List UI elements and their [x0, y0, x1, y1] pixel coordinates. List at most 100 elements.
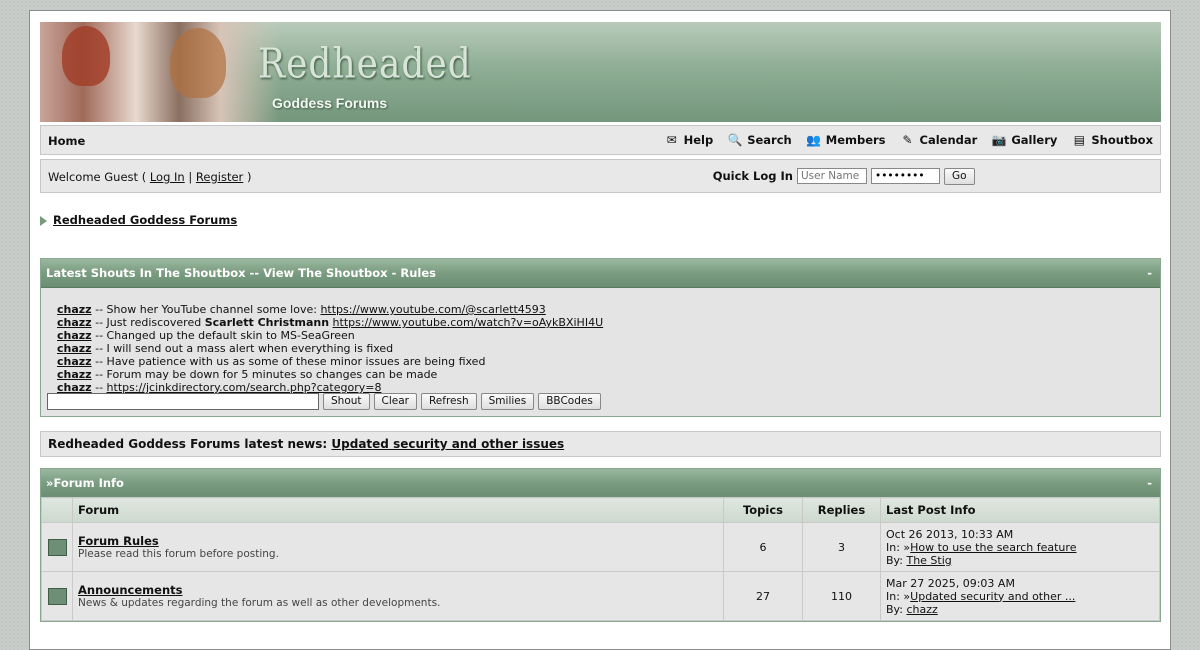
nav-calendar-link[interactable]: ✎ Calendar — [900, 133, 978, 147]
forum-status-cell — [41, 571, 73, 621]
last-post-cell: Mar 27 2025, 09:03 AM In: »Updated secur… — [880, 571, 1160, 621]
shout-author[interactable]: chazz — [57, 342, 92, 355]
shout-author[interactable]: chazz — [57, 303, 92, 316]
table-row: Forum Rules Please read this forum befor… — [41, 522, 1160, 572]
table-row: Announcements News & updates regarding t… — [41, 571, 1160, 621]
nav-gallery-link[interactable]: 📷 Gallery — [991, 133, 1058, 147]
forum-cell: Forum Rules Please read this forum befor… — [72, 522, 724, 572]
nav-calendar-label: Calendar — [919, 133, 978, 147]
forum-description: Please read this forum before posting. — [78, 548, 279, 560]
last-post-author-link[interactable]: The Stig — [906, 554, 951, 567]
banner-logo-title: Redheaded — [258, 40, 472, 89]
topics-count: 27 — [723, 571, 803, 621]
last-post-in: In: »How to use the search feature — [886, 541, 1154, 554]
welcome-suffix: ) — [246, 170, 252, 184]
shout-author[interactable]: chazz — [57, 316, 92, 329]
nav-shoutbox-link[interactable]: ▤ Shoutbox — [1071, 133, 1153, 147]
last-post-author-link[interactable]: chazz — [906, 603, 937, 616]
bbcodes-button[interactable]: BBCodes — [538, 393, 601, 410]
forum-info-panel: »Forum Info - Forum Topics Replies Last … — [40, 468, 1161, 622]
last-post-date: Oct 26 2013, 10:33 AM — [886, 527, 1014, 541]
shout-text: Show her YouTube channel some love: — [106, 303, 317, 316]
last-post-cell: Oct 26 2013, 10:33 AM In: »How to use th… — [880, 522, 1160, 572]
last-post-by: By: The Stig — [886, 554, 1154, 567]
forum-column-header: Forum — [72, 497, 724, 523]
help-icon: ✉ — [666, 133, 677, 147]
shout-bold-text: Scarlett Christmann — [204, 316, 330, 329]
breadcrumb-home-link[interactable]: Redheaded Goddess Forums — [53, 213, 237, 227]
shout-item: chazz -- Changed up the default skin to … — [57, 329, 355, 342]
shout-author[interactable]: chazz — [57, 355, 92, 368]
icon-column-header — [41, 497, 73, 523]
shout-link[interactable]: https://www.youtube.com/@scarlett4593 — [320, 303, 545, 316]
shout-button[interactable]: Shout — [323, 393, 370, 410]
forum-status-icon — [48, 538, 67, 556]
smilies-button[interactable]: Smilies — [480, 393, 535, 410]
shoutbox-panel: Latest Shouts In The Shoutbox -- View Th… — [40, 258, 1161, 417]
shoutbox-collapse-button[interactable]: - — [1147, 259, 1152, 287]
nav-shoutbox-label: Shoutbox — [1091, 133, 1153, 147]
last-post-topic-link[interactable]: Updated security and other ... — [910, 590, 1075, 603]
forum-info-header: »Forum Info - — [41, 469, 1160, 497]
nav-members-link[interactable]: 👥 Members — [806, 133, 886, 147]
topics-column-header: Topics — [723, 497, 803, 523]
camera-icon: 📷 — [991, 133, 1007, 147]
welcome-text: Welcome Guest ( Log In | Register ) — [48, 170, 251, 184]
shout-item: chazz -- Have patience with us as some o… — [57, 355, 485, 368]
login-link[interactable]: Log In — [150, 170, 185, 184]
news-link[interactable]: Updated security and other issues — [331, 437, 564, 451]
refresh-button[interactable]: Refresh — [420, 393, 477, 410]
shout-author[interactable]: chazz — [57, 368, 92, 381]
shout-link[interactable]: https://www.youtube.com/watch?v=oAykBXiH… — [333, 316, 604, 329]
shout-author[interactable]: chazz — [57, 329, 92, 342]
forum-cell: Announcements News & updates regarding t… — [72, 571, 724, 621]
welcome-bar: Welcome Guest ( Log In | Register ) Quic… — [40, 159, 1161, 193]
last-post-by-label: By: — [886, 553, 903, 567]
shout-separator: -- — [95, 303, 104, 316]
replies-count: 3 — [802, 522, 881, 572]
page-wrapper: Redheaded Goddess Forums Home ✉ Help 🔍 Sea… — [29, 10, 1171, 650]
shout-item: chazz -- Forum may be down for 5 minutes… — [57, 368, 437, 381]
welcome-separator: | — [188, 170, 193, 184]
forum-info-collapse-button[interactable]: - — [1147, 469, 1152, 497]
shout-separator: -- — [95, 342, 104, 355]
shoutbox-header: Latest Shouts In The Shoutbox -- View Th… — [41, 259, 1160, 287]
nav-members-label: Members — [825, 133, 886, 147]
shout-message-input[interactable] — [47, 393, 319, 410]
nav-gallery-label: Gallery — [1011, 133, 1058, 147]
last-post-topic-link[interactable]: How to use the search feature — [910, 541, 1076, 554]
shout-text: I will send out a mass alert when everyt… — [106, 342, 394, 355]
forum-name-link[interactable]: Forum Rules — [78, 534, 718, 548]
nav-home-link[interactable]: Home — [48, 134, 85, 148]
nav-search-label: Search — [747, 133, 792, 147]
register-link[interactable]: Register — [196, 170, 243, 184]
nav-help-link[interactable]: ✉ Help — [664, 133, 714, 147]
last-post-by: By: chazz — [886, 603, 1154, 616]
members-icon: 👥 — [806, 133, 822, 147]
shout-separator: -- — [95, 355, 104, 368]
forum-info-title: Forum Info — [53, 476, 124, 490]
shoutbox-title[interactable]: Latest Shouts In The Shoutbox -- View Th… — [46, 266, 436, 280]
shout-text: Changed up the default skin to MS-SeaGre… — [106, 329, 355, 342]
quick-login-label: Quick Log In — [712, 169, 793, 183]
last-post-in-label: In: — [886, 589, 900, 603]
nav-bar: Home ✉ Help 🔍 Search 👥 Members ✎ Calendar 📷 G… — [40, 125, 1161, 155]
login-go-button[interactable]: Go — [944, 168, 975, 185]
shout-text: Just rediscovered — [106, 316, 202, 329]
username-input[interactable] — [797, 168, 867, 184]
calendar-icon: ✎ — [902, 133, 913, 147]
forum-name-link[interactable]: Announcements — [78, 583, 718, 597]
password-input[interactable] — [871, 168, 940, 184]
nav-search-link[interactable]: 🔍 Search — [727, 133, 792, 147]
banner-photos — [40, 22, 280, 122]
shout-text: Forum may be down for 5 minutes so chang… — [106, 368, 438, 381]
forum-status-cell — [41, 522, 73, 572]
clear-button[interactable]: Clear — [373, 393, 417, 410]
forum-description: News & updates regarding the forum as we… — [78, 597, 441, 609]
forum-status-icon — [48, 587, 67, 605]
last-post-in-label: In: — [886, 540, 900, 554]
breadcrumb: Redheaded Goddess Forums — [40, 213, 237, 227]
replies-count: 110 — [802, 571, 881, 621]
welcome-prefix: Welcome Guest ( — [48, 170, 147, 184]
forum-banner[interactable]: Redheaded Goddess Forums — [40, 22, 1161, 122]
